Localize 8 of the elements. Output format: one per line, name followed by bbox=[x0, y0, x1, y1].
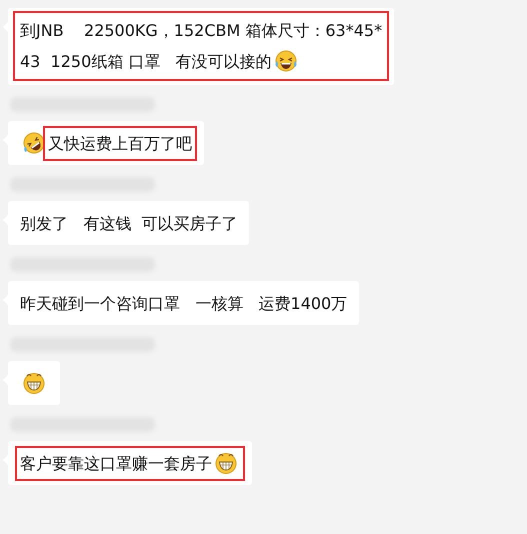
grin-emoji-icon bbox=[214, 451, 238, 475]
message-text: 又快运费上百万了吧 bbox=[48, 134, 192, 153]
message-text: 别发了 有这钱 可以买房子了 bbox=[20, 214, 238, 233]
message-text: 43 1250纸箱 口罩 有没可以接的 bbox=[20, 52, 272, 71]
message-text: 到JNB 22500KG，152CBM 箱体尺寸：63*45* bbox=[20, 20, 382, 42]
message-text: 昨天碰到一个咨询口罩 一核算 运费1400万 bbox=[20, 294, 348, 313]
laughing-tears-emoji-icon bbox=[274, 49, 298, 73]
message-text: 客户要靠这口罩赚一套房子 bbox=[20, 454, 212, 473]
